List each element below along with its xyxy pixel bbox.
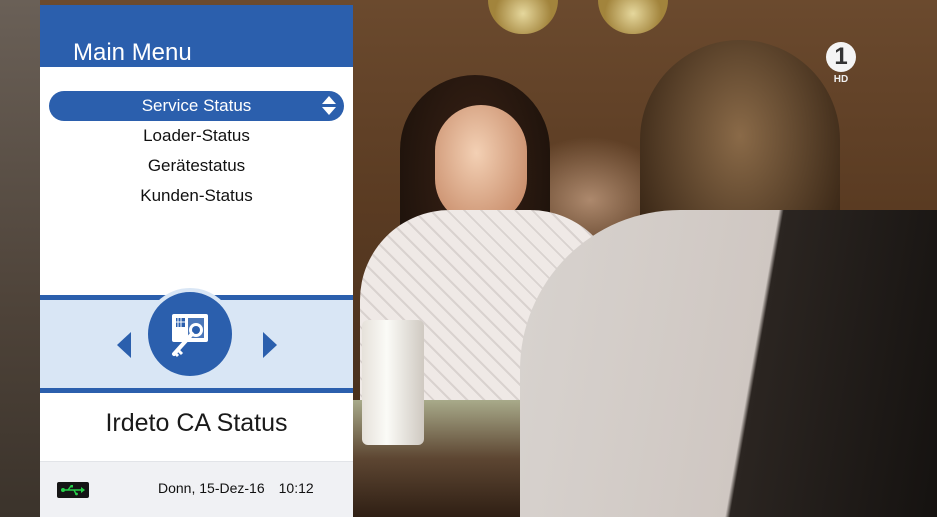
up-down-arrows-icon	[322, 96, 336, 116]
time-text: 10:12	[278, 480, 314, 496]
ceiling-lamp	[598, 0, 668, 34]
carousel-right-arrow-icon[interactable]	[263, 332, 277, 358]
menu-item-label: Gerätestatus	[147, 156, 246, 175]
menu-list: Service Status Loader-Status Gerätestatu…	[40, 91, 353, 211]
video-mug	[362, 320, 424, 445]
video-person-man-body	[520, 210, 937, 517]
menu-item-loader-status[interactable]: Loader-Status	[40, 121, 353, 151]
carousel-left-arrow-icon[interactable]	[117, 332, 131, 358]
menu-item-label: Kunden-Status	[140, 186, 253, 205]
menu-item-geraetestatus[interactable]: Gerätestatus	[40, 151, 353, 181]
menu-item-label: Service Status	[141, 96, 252, 115]
menu-item-service-status[interactable]: Service Status	[49, 91, 344, 121]
section-label: Irdeto CA Status	[105, 409, 288, 437]
date-time: Donn, 15-Dez-16 10:12	[158, 480, 314, 496]
menu-item-kunden-status[interactable]: Kunden-Status	[40, 181, 353, 211]
channel-logo-mark: 1	[826, 42, 856, 72]
ceiling-lamp	[488, 0, 558, 34]
usb-icon	[57, 482, 89, 498]
channel-logo: 1 HD	[826, 42, 856, 90]
smartcard-key-icon[interactable]	[144, 288, 236, 380]
panel-header: Main Menu	[40, 5, 353, 67]
date-text: Donn, 15-Dez-16	[158, 480, 265, 496]
main-menu-panel: Main Menu Service Status Loader-Status G…	[40, 5, 353, 517]
category-carousel	[40, 288, 353, 393]
status-bar: Donn, 15-Dez-16 10:12	[40, 461, 353, 517]
menu-item-label: Loader-Status	[143, 126, 250, 145]
video-background-left	[0, 0, 40, 517]
video-person-woman-face	[435, 105, 527, 225]
page-title: Main Menu	[73, 39, 192, 66]
tv-screen: 1 HD Main Menu Service Status Loader-Sta…	[0, 0, 937, 517]
hd-badge: HD	[833, 74, 849, 85]
